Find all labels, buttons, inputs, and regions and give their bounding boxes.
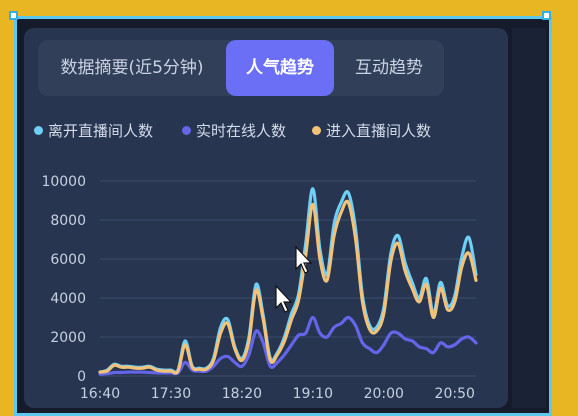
y-tick-label: 4000: [50, 291, 86, 307]
x-tick-label: 17:30: [151, 386, 191, 400]
x-tick-label: 18:20: [222, 386, 262, 400]
x-tick-label: 16:40: [80, 386, 120, 400]
series-line-leave: [98, 187, 478, 374]
y-tick-label: 6000: [50, 252, 86, 268]
y-tick-label: 0: [77, 369, 86, 385]
x-tick-label: 20:50: [435, 386, 475, 400]
x-tick-label: 19:10: [293, 386, 333, 400]
y-tick-label: 10000: [41, 174, 86, 190]
y-tick-label: 2000: [50, 330, 86, 346]
popularity-trend-chart: 0 2000 4000 6000 8000 10000 16:40 17:30 18:20 19:…: [41, 174, 478, 400]
y-tick-label: 8000: [50, 213, 86, 229]
x-tick-label: 20:00: [364, 386, 404, 400]
mouse-cursor-icon: [275, 284, 293, 313]
